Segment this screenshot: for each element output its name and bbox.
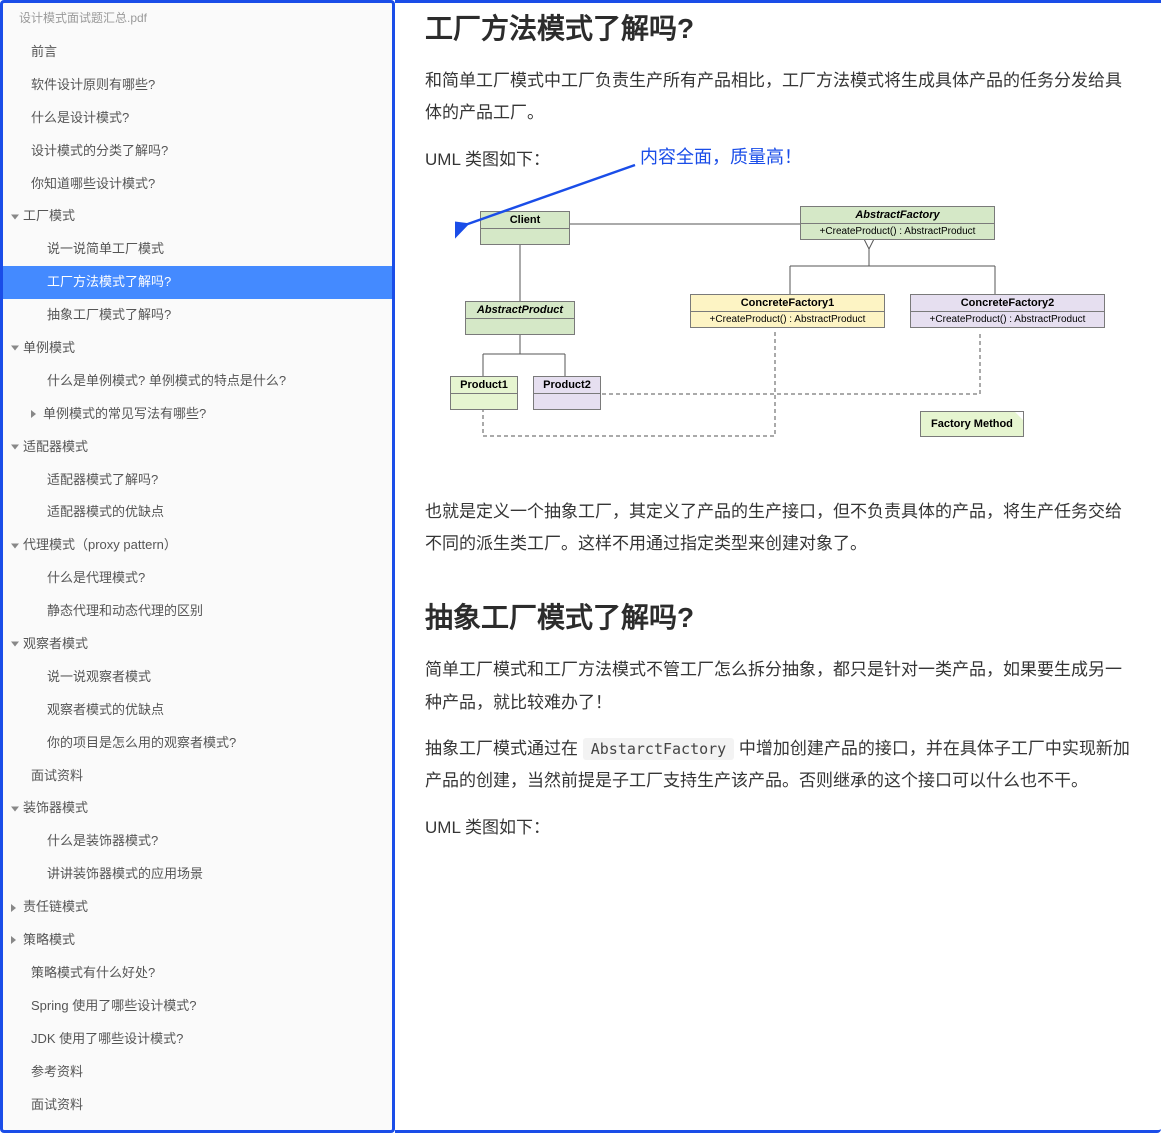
nav-item[interactable]: 装饰器模式 (3, 792, 392, 825)
nav-item[interactable]: 你知道哪些设计模式? (3, 168, 392, 201)
nav-item[interactable]: 你的项目是怎么用的观察者模式? (3, 727, 392, 760)
nav-item[interactable]: 策略模式有什么好处? (3, 957, 392, 990)
nav-item[interactable]: 说一说观察者模式 (3, 661, 392, 694)
nav-item[interactable]: 静态代理和动态代理的区别 (3, 595, 392, 628)
nav-item[interactable]: 适配器模式的优缺点 (3, 496, 392, 529)
nav-item[interactable]: 什么是单例模式? 单例模式的特点是什么? (3, 365, 392, 398)
annotation-callout: 内容全面，质量高！ (640, 143, 802, 169)
uml-client: Client (480, 211, 570, 245)
nav-item[interactable]: 什么是装饰器模式? (3, 825, 392, 858)
paragraph: 也就是定义一个抽象工厂，其定义了产品的生产接口，但不负责具体的产品，将生产任务交… (425, 496, 1131, 561)
uml-diagram: Client AbstractFactory +CreateProduct() … (435, 196, 1131, 476)
nav-item[interactable]: 参考资料 (3, 1056, 392, 1089)
nav-item[interactable]: 什么是设计模式? (3, 102, 392, 135)
nav-item[interactable]: 说一说简单工厂模式 (3, 233, 392, 266)
nav-item[interactable]: 工厂模式 (3, 200, 392, 233)
nav-item[interactable]: 讲讲装饰器模式的应用场景 (3, 858, 392, 891)
heading-abstract-factory: 抽象工厂模式了解吗? (425, 596, 1131, 636)
paragraph-uml-label: UML 类图如下： (425, 812, 1131, 844)
nav-item[interactable]: 面试资料 (3, 760, 392, 793)
uml-concrete-factory-2: ConcreteFactory2 +CreateProduct() : Abst… (910, 294, 1105, 328)
nav-outline: 前言软件设计原则有哪些?什么是设计模式?设计模式的分类了解吗?你知道哪些设计模式… (3, 32, 392, 1125)
uml-abstract-product: AbstractProduct (465, 301, 575, 335)
paragraph: 和简单工厂模式中工厂负责生产所有产品相比，工厂方法模式将生成具体产品的任务分发给… (425, 65, 1131, 130)
nav-item[interactable]: 什么是代理模式? (3, 562, 392, 595)
nav-item[interactable]: 软件设计原则有哪些? (3, 69, 392, 102)
nav-item[interactable]: 单例模式的常见写法有哪些? (3, 398, 392, 431)
nav-item[interactable]: 前言 (3, 36, 392, 69)
nav-item[interactable]: 策略模式 (3, 924, 392, 957)
heading-factory-method: 工厂方法模式了解吗? (425, 7, 1131, 47)
nav-item[interactable]: 责任链模式 (3, 891, 392, 924)
nav-item[interactable]: 设计模式的分类了解吗? (3, 135, 392, 168)
paragraph: 简单工厂模式和工厂方法模式不管工厂怎么拆分抽象，都只是针对一类产品，如果要生成另… (425, 654, 1131, 719)
document-title: 设计模式面试题汇总.pdf (3, 3, 392, 32)
nav-item[interactable]: 观察者模式 (3, 628, 392, 661)
nav-item[interactable]: JDK 使用了哪些设计模式? (3, 1023, 392, 1056)
nav-item[interactable]: 抽象工厂模式了解吗? (3, 299, 392, 332)
main-content: 工厂方法模式了解吗? 和简单工厂模式中工厂负责生产所有产品相比，工厂方法模式将生… (395, 0, 1161, 1133)
nav-item[interactable]: 工厂方法模式了解吗? (3, 266, 392, 299)
nav-item[interactable]: 适配器模式 (3, 431, 392, 464)
sidebar: 设计模式面试题汇总.pdf 前言软件设计原则有哪些?什么是设计模式?设计模式的分… (0, 0, 395, 1133)
uml-concrete-factory-1: ConcreteFactory1 +CreateProduct() : Abst… (690, 294, 885, 328)
uml-note-factory-method: Factory Method (920, 411, 1024, 437)
nav-item[interactable]: 代理模式（proxy pattern） (3, 529, 392, 562)
nav-item[interactable]: 适配器模式了解吗? (3, 464, 392, 497)
nav-item[interactable]: 单例模式 (3, 332, 392, 365)
code-abstract-factory: AbstarctFactory (583, 738, 734, 760)
nav-item[interactable]: Spring 使用了哪些设计模式? (3, 990, 392, 1023)
uml-product-1: Product1 (450, 376, 518, 410)
uml-abstract-factory: AbstractFactory +CreateProduct() : Abstr… (800, 206, 995, 240)
nav-item[interactable]: 观察者模式的优缺点 (3, 694, 392, 727)
uml-product-2: Product2 (533, 376, 601, 410)
paragraph: 抽象工厂模式通过在 AbstarctFactory 中增加创建产品的接口，并在具… (425, 733, 1131, 798)
nav-item[interactable]: 面试资料 (3, 1089, 392, 1122)
